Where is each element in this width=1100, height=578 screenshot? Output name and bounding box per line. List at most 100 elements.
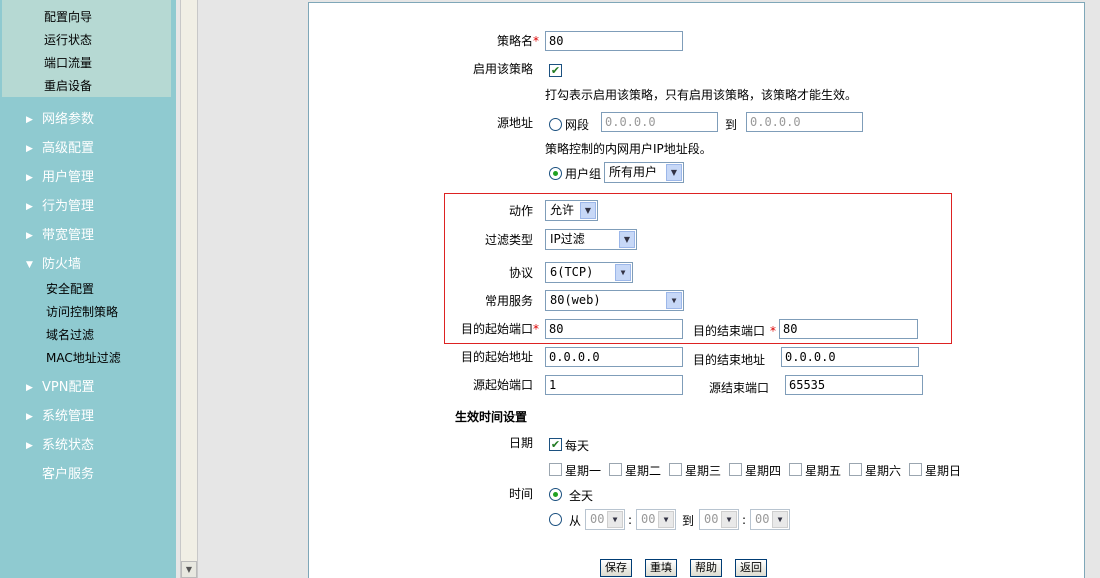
chevron-down-icon: ▼ <box>615 264 631 281</box>
policy-name-input[interactable]: 80 <box>545 31 683 51</box>
dst-start-addr-label: 目的起始地址 <box>461 350 534 364</box>
save-button[interactable]: 保存 <box>600 559 632 577</box>
sidebar-item-setup-wizard[interactable]: 配置向导 <box>44 10 92 24</box>
dst-end-addr-label: 目的结束地址 <box>693 353 766 367</box>
filter-type-label: 过滤类型 <box>485 233 534 247</box>
triangle-right-icon: ▶ <box>26 115 33 125</box>
chevron-down-icon: ▼ <box>772 511 788 528</box>
sidebar-item-customer-service[interactable]: 客户服务 <box>42 467 94 483</box>
to-minute-select[interactable]: 00 ▼ <box>750 509 790 530</box>
sidebar-item-run-status[interactable]: 运行状态 <box>44 33 92 47</box>
sidebar-item-users[interactable]: ▶ 用户管理 <box>26 170 94 186</box>
action-select[interactable]: 允许 ▼ <box>545 200 598 221</box>
sidebar-item-domain-filter[interactable]: 域名过滤 <box>46 328 94 342</box>
sidebar-item-mac-filter[interactable]: MAC地址过滤 <box>46 351 121 365</box>
enable-policy-label: 启用该策略 <box>473 62 534 76</box>
action-select-value: 允许 <box>550 203 575 217</box>
chevron-down-icon: ▼ <box>666 164 682 181</box>
enable-policy-hint: 打勾表示启用该策略，只有启用该策略，该策略才能生效。 <box>545 88 858 102</box>
policy-name-label: 策略名* <box>497 34 540 48</box>
triangle-right-icon: ▶ <box>26 144 33 154</box>
usergroup-radio[interactable] <box>549 167 562 180</box>
weekday-label: 星期六 <box>865 464 902 478</box>
dst-start-addr-input[interactable]: 0.0.0.0 <box>545 347 683 367</box>
protocol-label: 协议 <box>509 266 534 280</box>
scroll-down-arrow-icon[interactable]: ▼ <box>181 561 197 578</box>
date-label: 日期 <box>509 436 534 450</box>
chevron-down-icon: ▼ <box>580 202 596 219</box>
sidebar-item-firewall[interactable]: ▼ 防火墙 <box>26 257 81 273</box>
back-button[interactable]: 返回 <box>735 559 767 577</box>
sidebar-item-access-control[interactable]: 访问控制策略 <box>46 305 118 319</box>
segment-to-label: 到 <box>725 118 738 132</box>
sidebar-item-advanced[interactable]: ▶ 高级配置 <box>26 141 94 157</box>
sidebar: 配置向导 运行状态 端口流量 重启设备 ▶ 网络参数 ▶ 高级配置 ▶ 用户管理 ▶ 行… <box>0 0 176 578</box>
help-button[interactable]: 帮助 <box>690 559 722 577</box>
allday-label: 全天 <box>569 489 594 503</box>
allday-radio[interactable] <box>549 488 562 501</box>
to-minute-value: 00 <box>755 512 770 526</box>
triangle-right-icon: ▶ <box>26 412 33 422</box>
reset-button[interactable]: 重填 <box>645 559 677 577</box>
dst-start-port-input[interactable]: 80 <box>545 319 683 339</box>
dst-end-addr-input[interactable]: 0.0.0.0 <box>781 347 919 367</box>
sidebar-item-label: 防火墙 <box>42 257 82 272</box>
service-select[interactable]: 80(web) ▼ <box>545 290 684 311</box>
usergroup-label: 用户组 <box>565 167 602 181</box>
weekday-checkbox-tue[interactable] <box>609 463 622 476</box>
weekday-checkbox-mon[interactable] <box>549 463 562 476</box>
everyday-checkbox[interactable]: ✔ <box>549 438 562 451</box>
protocol-select-value: 6(TCP) <box>550 265 594 279</box>
triangle-right-icon: ▶ <box>26 383 33 393</box>
weekday-label: 星期三 <box>685 464 722 478</box>
sidebar-item-network[interactable]: ▶ 网络参数 <box>26 112 94 128</box>
weekday-checkbox-sun[interactable] <box>909 463 922 476</box>
time-label: 时间 <box>509 487 534 501</box>
weekday-label: 星期四 <box>745 464 782 478</box>
segment-to-input[interactable]: 0.0.0.0 <box>746 112 863 132</box>
usergroup-select[interactable]: 所有用户 ▼ <box>604 162 684 183</box>
weekday-checkbox-wed[interactable] <box>669 463 682 476</box>
sidebar-item-bandwidth[interactable]: ▶ 带宽管理 <box>26 228 94 244</box>
action-label: 动作 <box>509 204 534 218</box>
sidebar-item-vpn[interactable]: ▶ VPN配置 <box>26 380 94 396</box>
weekday-checkbox-fri[interactable] <box>789 463 802 476</box>
enable-policy-checkbox[interactable]: ✔ <box>549 64 562 77</box>
time-range-radio[interactable] <box>549 513 562 526</box>
sidebar-item-behavior[interactable]: ▶ 行为管理 <box>26 199 94 215</box>
to-hour-select[interactable]: 00 ▼ <box>699 509 739 530</box>
colon: : <box>742 513 747 527</box>
to-hour-value: 00 <box>704 512 719 526</box>
protocol-select[interactable]: 6(TCP) ▼ <box>545 262 633 283</box>
segment-from-input[interactable]: 0.0.0.0 <box>601 112 718 132</box>
sidebar-item-label: 系统状态 <box>42 438 95 453</box>
sidebar-item-reboot[interactable]: 重启设备 <box>44 79 92 93</box>
src-start-port-input[interactable]: 1 <box>545 375 683 395</box>
sidebar-item-label: 高级配置 <box>42 141 95 156</box>
sidebar-item-label: 系统管理 <box>42 409 95 424</box>
vertical-scrollbar[interactable] <box>180 0 198 578</box>
source-address-label: 源地址 <box>497 116 534 130</box>
sidebar-item-system-manage[interactable]: ▶ 系统管理 <box>26 409 94 425</box>
from-hour-select[interactable]: 00 ▼ <box>585 509 625 530</box>
weekday-label: 星期五 <box>805 464 842 478</box>
sidebar-item-label: 带宽管理 <box>42 228 95 243</box>
weekday-checkbox-sat[interactable] <box>849 463 862 476</box>
to-label: 到 <box>682 514 695 528</box>
sidebar-item-security-config[interactable]: 安全配置 <box>46 282 94 296</box>
schedule-title: 生效时间设置 <box>455 410 528 424</box>
src-end-port-input[interactable]: 65535 <box>785 375 923 395</box>
chevron-down-icon: ▼ <box>666 292 682 309</box>
filter-type-select[interactable]: IP过滤 ▼ <box>545 229 637 250</box>
segment-label: 网段 <box>565 118 590 132</box>
from-label: 从 <box>569 514 582 528</box>
from-minute-select[interactable]: 00 ▼ <box>636 509 676 530</box>
sidebar-item-system-status[interactable]: ▶ 系统状态 <box>26 438 94 454</box>
dst-end-port-input[interactable]: 80 <box>779 319 918 339</box>
from-hour-value: 00 <box>590 512 605 526</box>
chevron-down-icon: ▼ <box>619 231 635 248</box>
sidebar-item-port-traffic[interactable]: 端口流量 <box>44 56 92 70</box>
dst-start-port-label: 目的起始端口* <box>461 322 540 336</box>
weekday-checkbox-thu[interactable] <box>729 463 742 476</box>
segment-radio[interactable] <box>549 118 562 131</box>
